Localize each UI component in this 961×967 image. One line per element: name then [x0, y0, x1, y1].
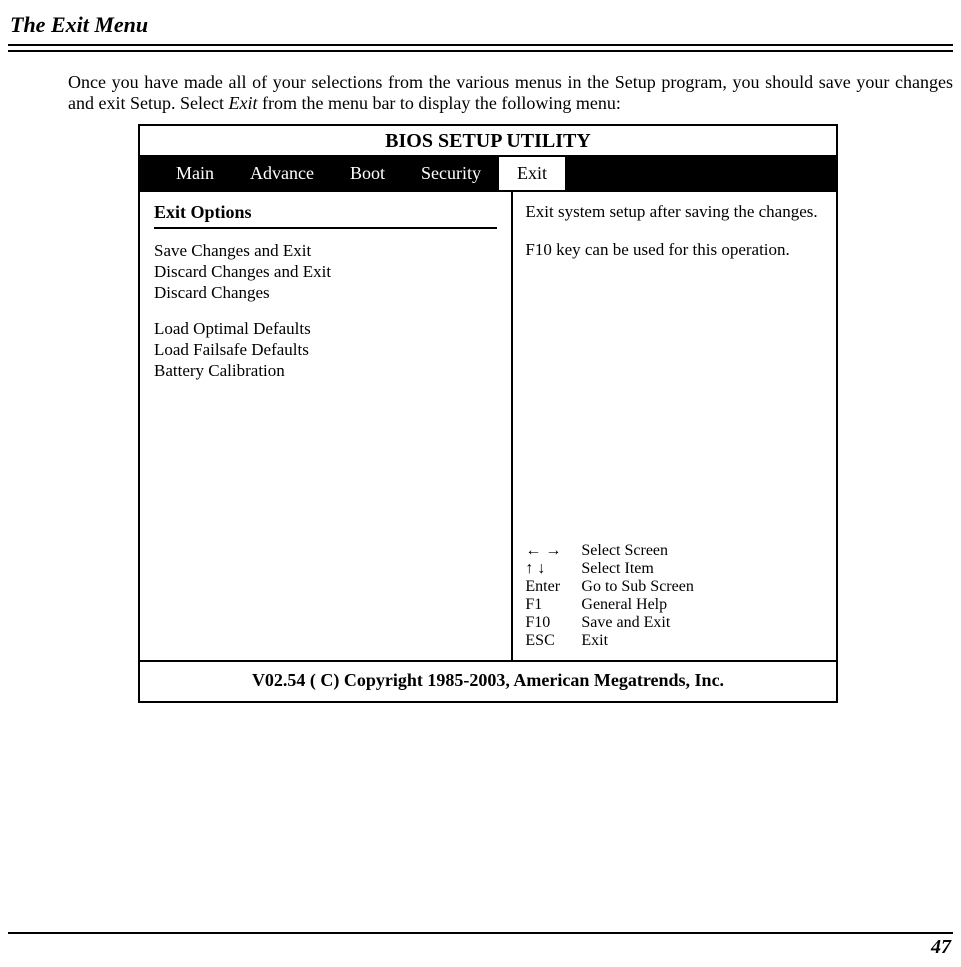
- help-text-2: F10 key can be used for this operation.: [525, 240, 824, 260]
- bios-footer: V02.54 ( C) Copyright 1985-2003, America…: [140, 660, 836, 701]
- option-battery-cal[interactable]: Battery Calibration: [154, 361, 497, 381]
- exit-options-title: Exit Options: [154, 202, 497, 229]
- tab-exit[interactable]: Exit: [499, 157, 565, 190]
- key-row-select-screen: Select Screen: [525, 542, 824, 560]
- option-load-failsafe[interactable]: Load Failsafe Defaults: [154, 340, 497, 360]
- key-label: F1: [525, 596, 581, 614]
- help-text-1: Exit system setup after saving the chang…: [525, 202, 824, 222]
- key-row-enter: Enter Go to Sub Screen: [525, 578, 824, 596]
- key-row-select-item: Select Item: [525, 560, 824, 578]
- exit-options-list: Save Changes and Exit Discard Changes an…: [154, 241, 497, 381]
- option-discard-exit[interactable]: Discard Changes and Exit: [154, 262, 497, 282]
- up-down-arrow-icon: [525, 560, 581, 578]
- tab-security[interactable]: Security: [403, 157, 499, 190]
- tab-advance[interactable]: Advance: [232, 157, 332, 190]
- key-row-f1: F1 General Help: [525, 596, 824, 614]
- key-desc: General Help: [581, 596, 667, 614]
- bios-menu-bar: Main Advance Boot Security Exit: [140, 157, 836, 190]
- key-desc: Select Item: [581, 560, 653, 578]
- intro-text-post: from the menu bar to display the followi…: [257, 93, 620, 113]
- option-save-exit[interactable]: Save Changes and Exit: [154, 241, 497, 261]
- bios-body: Exit Options Save Changes and Exit Disca…: [140, 190, 836, 660]
- key-desc: Select Screen: [581, 542, 668, 560]
- spacer: [154, 304, 497, 318]
- key-label: F10: [525, 614, 581, 632]
- left-right-arrow-icon: [525, 542, 581, 560]
- tab-main[interactable]: Main: [158, 157, 232, 190]
- key-label: ESC: [525, 632, 581, 650]
- key-label: Enter: [525, 578, 581, 596]
- page-number: 47: [8, 936, 953, 959]
- intro-paragraph: Once you have made all of your selection…: [68, 72, 953, 114]
- section-title: The Exit Menu: [8, 10, 953, 44]
- bios-screenshot: BIOS SETUP UTILITY Main Advance Boot Sec…: [138, 124, 838, 703]
- tab-boot[interactable]: Boot: [332, 157, 403, 190]
- bios-title: BIOS SETUP UTILITY: [140, 126, 836, 157]
- option-load-optimal[interactable]: Load Optimal Defaults: [154, 319, 497, 339]
- page-footer: 47: [8, 932, 953, 959]
- key-row-esc: ESC Exit: [525, 632, 824, 650]
- key-desc: Exit: [581, 632, 608, 650]
- option-discard-changes[interactable]: Discard Changes: [154, 283, 497, 303]
- key-desc: Save and Exit: [581, 614, 670, 632]
- key-row-f10: F10 Save and Exit: [525, 614, 824, 632]
- bios-left-pane: Exit Options Save Changes and Exit Disca…: [140, 192, 513, 660]
- footer-rule: [8, 932, 953, 934]
- title-rule-2: [8, 50, 953, 52]
- key-legend: Select Screen Select Item Enter Go to Su…: [525, 542, 824, 650]
- title-rule-1: [8, 44, 953, 46]
- intro-em-exit: Exit: [228, 93, 257, 113]
- key-desc: Go to Sub Screen: [581, 578, 693, 596]
- bios-right-pane: Exit system setup after saving the chang…: [513, 192, 836, 660]
